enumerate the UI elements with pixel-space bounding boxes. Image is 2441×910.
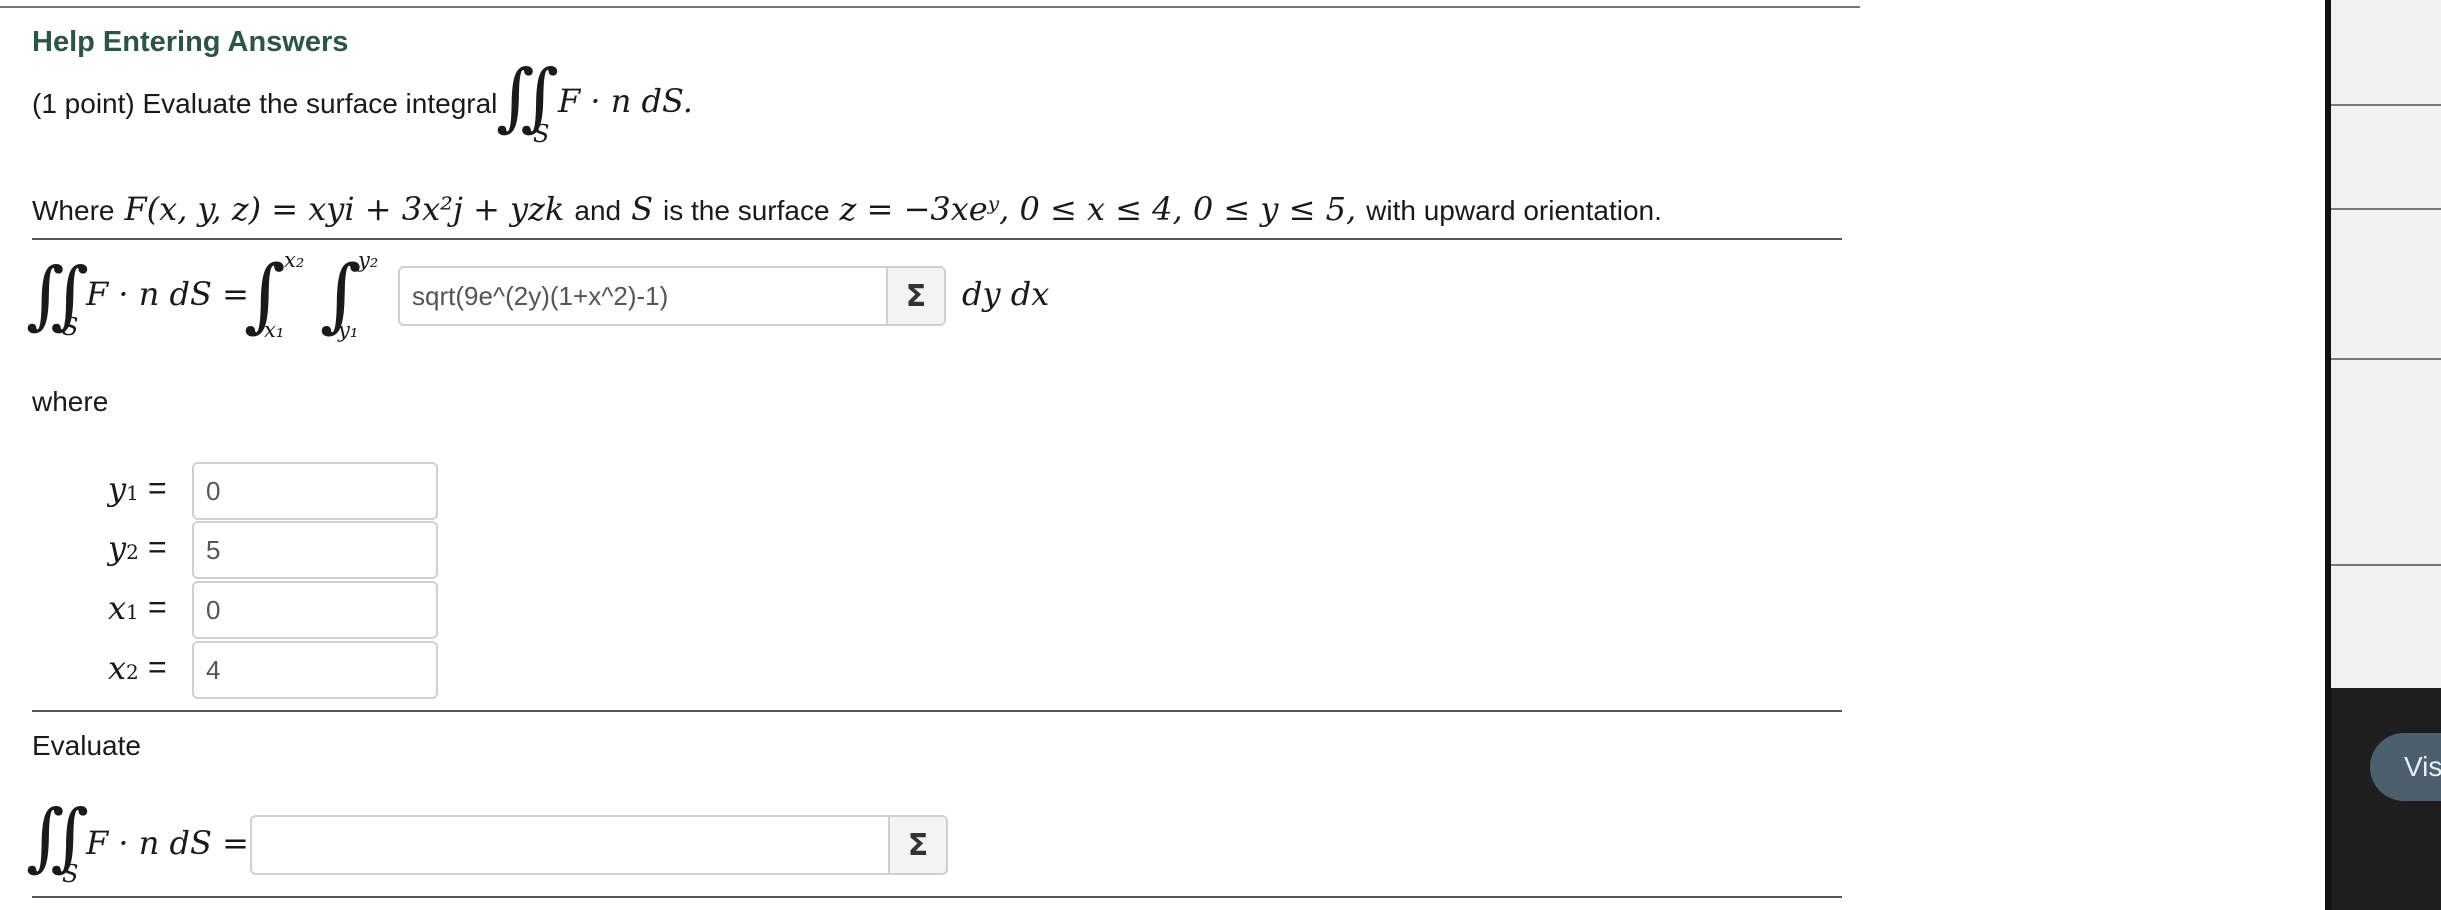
limit-row: y2 = Σ xyxy=(108,521,448,579)
equals-sign: = xyxy=(148,470,167,506)
side-panel-cell xyxy=(2331,104,2441,210)
side-panel-cell xyxy=(2331,358,2441,566)
side-panel-cell xyxy=(2331,208,2441,360)
double-integral-symbol: ∬ xyxy=(496,54,560,140)
help-entering-answers-link[interactable]: Help Entering Answers xyxy=(32,26,348,59)
inner-lower-limit: y₁ xyxy=(338,318,359,342)
x1-input[interactable] xyxy=(194,583,436,637)
integrand-input[interactable] xyxy=(400,268,886,324)
limit-variable: y1 xyxy=(108,470,139,508)
equals-sign: = xyxy=(148,649,167,685)
where-prefix: Where xyxy=(32,195,115,226)
evaluate-input[interactable] xyxy=(252,817,888,873)
equation-editor-button[interactable]: Σ xyxy=(888,817,946,873)
integral-subscript: S xyxy=(533,120,550,148)
evaluate-integral-subscript: S xyxy=(62,860,79,888)
integral-integrand: F · n dS. xyxy=(558,82,693,120)
evaluate-double-integral-symbol: ∬ xyxy=(26,794,90,880)
y2-input[interactable] xyxy=(194,523,436,577)
equation-editor-button[interactable]: Σ xyxy=(886,268,944,324)
evaluate-lhs: F · n dS = xyxy=(86,824,249,862)
vector-field-definition: F(x, y, z) = xyi + 3x²j + yzk xyxy=(124,190,565,228)
surface-equation: z = −3xeʸ, 0 ≤ x ≤ 4, 0 ≤ y ≤ 5, xyxy=(839,190,1357,228)
outer-lower-limit: x₁ xyxy=(264,318,285,342)
x2-input[interactable] xyxy=(194,643,436,697)
setup-double-integral-symbol: ∬ xyxy=(26,252,90,338)
and-text: and xyxy=(574,195,622,226)
is-surface-text: is the surface xyxy=(663,195,830,226)
differentials: dy dx xyxy=(962,275,1050,313)
limit-answer-box: Σ xyxy=(192,581,438,639)
limit-answer-box: Σ xyxy=(192,641,438,699)
setup-integral-subscript: S xyxy=(62,313,79,341)
equals-sign: = xyxy=(148,529,167,565)
problem-intro: (1 point) Evaluate the surface integral xyxy=(32,88,498,119)
limit-row: y1 = Σ xyxy=(108,462,448,520)
limit-answer-box: Σ xyxy=(192,462,438,520)
limit-variable: x1 xyxy=(108,589,139,627)
y1-input[interactable] xyxy=(194,464,436,518)
limit-row: x2 = Σ xyxy=(108,641,448,699)
equals-sign: = xyxy=(148,589,167,625)
divider-3 xyxy=(32,896,1842,898)
visible-button[interactable]: Vis xyxy=(2370,733,2441,801)
surface-variable: S xyxy=(631,190,654,228)
top-rule xyxy=(0,6,1860,8)
problem-statement: Where F(x, y, z) = xyi + 3x²j + yzk and … xyxy=(32,190,1662,228)
setup-lhs: F · n dS = xyxy=(86,275,249,313)
sigma-icon: Σ xyxy=(905,278,927,314)
divider-2 xyxy=(32,710,1842,712)
limit-variable: y2 xyxy=(108,529,139,567)
evaluate-label: Evaluate xyxy=(32,730,141,761)
limit-variable: x2 xyxy=(108,649,139,687)
where-label: where xyxy=(32,386,109,417)
outer-upper-limit: x₂ xyxy=(284,248,305,272)
divider-1 xyxy=(32,238,1842,240)
evaluate-answer-box: Σ xyxy=(250,815,948,875)
side-panel xyxy=(2325,0,2441,688)
integrand-answer-box: Σ xyxy=(398,266,946,326)
orientation-text: with upward orientation. xyxy=(1366,195,1662,226)
limit-answer-box: Σ xyxy=(192,521,438,579)
inner-upper-limit: y₂ xyxy=(358,248,379,272)
limit-row: x1 = Σ xyxy=(108,581,448,639)
sigma-icon: Σ xyxy=(907,827,929,863)
side-panel-cell xyxy=(2331,0,2441,106)
